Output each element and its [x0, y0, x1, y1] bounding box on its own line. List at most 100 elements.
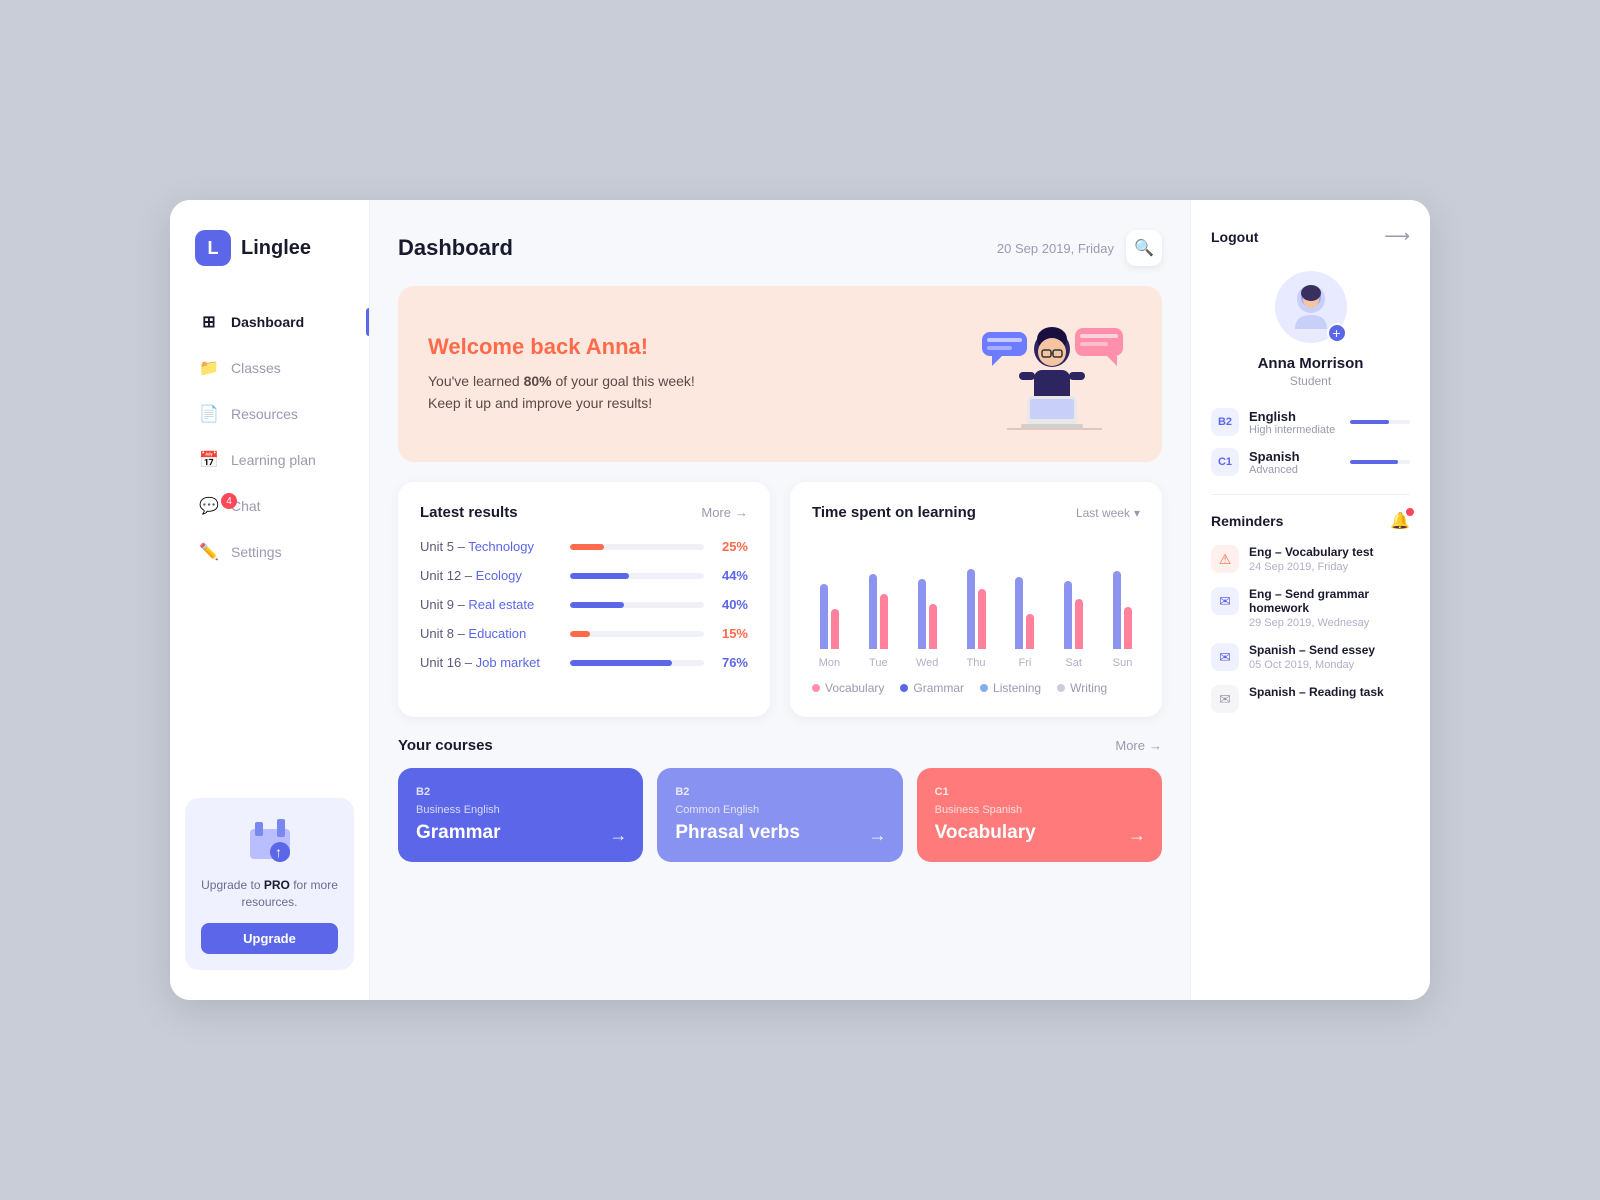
- legend-writing: Writing: [1057, 681, 1107, 695]
- course-card-grammar[interactable]: B2 Business English Grammar →: [398, 768, 643, 862]
- chart-title: Time spent on learning: [812, 504, 976, 521]
- sidebar-item-learning-plan[interactable]: 📅 Learning plan: [185, 439, 354, 481]
- course-card-phrasal[interactable]: B2 Common English Phrasal verbs →: [657, 768, 902, 862]
- result-row: Unit 5 – Technology 25%: [420, 539, 748, 554]
- language-section: B2 English High intermediate C1 Spanish …: [1211, 408, 1410, 476]
- week-selector[interactable]: Last week ▾: [1076, 506, 1140, 520]
- lang-item-spanish: C1 Spanish Advanced: [1211, 448, 1410, 476]
- chat-icon: 💬: [199, 496, 219, 516]
- chevron-down-icon: ▾: [1134, 506, 1140, 520]
- result-row: Unit 12 – Ecology 44%: [420, 568, 748, 583]
- main-content: Dashboard 20 Sep 2019, Friday 🔍 Welcome …: [370, 200, 1190, 1000]
- sidebar-item-settings[interactable]: ✏️ Settings: [185, 531, 354, 573]
- chart-card: Time spent on learning Last week ▾ Mon: [790, 482, 1162, 717]
- logo-icon: L: [195, 230, 231, 266]
- reminders-title: Reminders: [1211, 513, 1283, 529]
- header-date: 20 Sep 2019, Friday: [997, 241, 1114, 256]
- chart-col-tue: Tue: [861, 539, 896, 669]
- classes-icon: 📁: [199, 358, 219, 378]
- logout-label: Logout: [1211, 229, 1258, 245]
- sidebar-item-chat[interactable]: 💬 Chat 4: [185, 485, 354, 527]
- dashboard-icon: ⊞: [199, 312, 219, 332]
- legend-vocabulary: Vocabulary: [812, 681, 884, 695]
- courses-more[interactable]: More →: [1115, 738, 1162, 753]
- learning-plan-icon: 📅: [199, 450, 219, 470]
- reminders-header: Reminders 🔔: [1211, 511, 1410, 531]
- settings-icon: ✏️: [199, 542, 219, 562]
- arrow-right-icon: →: [1149, 738, 1162, 753]
- chart-col-thu: Thu: [959, 539, 994, 669]
- lang-item-english: B2 English High intermediate: [1211, 408, 1410, 436]
- sidebar-upgrade: ↑ Upgrade to PRO for more resources. Upg…: [185, 798, 354, 970]
- chart-col-sun: Sun: [1105, 539, 1140, 669]
- sidebar-nav: ⊞ Dashboard 📁 Classes 📄 Resources 📅 Lear…: [170, 301, 369, 778]
- welcome-text: Welcome back Anna! You've learned 80% of…: [428, 334, 695, 415]
- reminder-item-grammar: ✉ Eng – Send grammar homework 29 Sep 201…: [1211, 587, 1410, 629]
- svg-text:↑: ↑: [275, 844, 282, 860]
- profile-section: + Anna Morrison Student: [1211, 271, 1410, 388]
- reminder-mail2-icon: ✉: [1211, 643, 1239, 671]
- reminder-alert-icon: ⚠: [1211, 545, 1239, 573]
- sidebar-item-resources[interactable]: 📄 Resources: [185, 393, 354, 435]
- sidebar-item-label: Settings: [231, 544, 282, 560]
- bell-icon[interactable]: 🔔: [1390, 511, 1410, 531]
- logo-text: Linglee: [241, 237, 311, 260]
- chart-area: Mon Tue Wed: [812, 539, 1140, 669]
- welcome-banner: Welcome back Anna! You've learned 80% of…: [398, 286, 1162, 462]
- course-card-vocabulary[interactable]: C1 Business Spanish Vocabulary →: [917, 768, 1162, 862]
- header-right: 20 Sep 2019, Friday 🔍: [997, 230, 1162, 266]
- profile-role: Student: [1290, 374, 1331, 388]
- app-container: L Linglee ⊞ Dashboard 📁 Classes 📄 Resour…: [170, 200, 1430, 1000]
- courses-title: Your courses: [398, 737, 493, 754]
- search-button[interactable]: 🔍: [1126, 230, 1162, 266]
- arrow-icon: →: [869, 825, 887, 846]
- chart-card-header: Time spent on learning Last week ▾: [812, 504, 1140, 521]
- reminder-item-spanish: ✉ Spanish – Send essey 05 Oct 2019, Mond…: [1211, 643, 1410, 671]
- right-panel: Logout ⟶ + Anna Morrison Student: [1190, 200, 1430, 1000]
- results-card: Latest results More → Unit 5 – Technolog…: [398, 482, 770, 717]
- welcome-greeting: Welcome back Anna!: [428, 334, 695, 360]
- sidebar-logo: L Linglee: [170, 230, 369, 301]
- reminder-gray-icon: ✉: [1211, 685, 1239, 713]
- sidebar: L Linglee ⊞ Dashboard 📁 Classes 📄 Resour…: [170, 200, 370, 1000]
- logout-icon[interactable]: ⟶: [1384, 226, 1410, 247]
- arrow-icon: →: [1128, 825, 1146, 846]
- chart-col-sat: Sat: [1056, 539, 1091, 669]
- results-title: Latest results: [420, 504, 518, 521]
- sidebar-item-label: Learning plan: [231, 452, 316, 468]
- chart-col-fri: Fri: [1007, 539, 1042, 669]
- welcome-line2: Keep it up and improve your results!: [428, 392, 695, 414]
- upgrade-text: Upgrade to PRO for more resources.: [201, 877, 338, 911]
- upgrade-button[interactable]: Upgrade: [201, 923, 338, 954]
- legend-listening: Listening: [980, 681, 1041, 695]
- profile-name: Anna Morrison: [1258, 355, 1364, 372]
- results-more[interactable]: More →: [701, 505, 748, 520]
- search-icon: 🔍: [1134, 238, 1154, 258]
- arrow-right-icon: →: [735, 505, 748, 520]
- chart-col-mon: Mon: [812, 539, 847, 669]
- courses-header: Your courses More →: [398, 737, 1162, 754]
- welcome-illustration: [972, 314, 1132, 434]
- sidebar-item-label: Resources: [231, 406, 298, 422]
- courses-row: B2 Business English Grammar → B2 Common …: [398, 768, 1162, 862]
- cards-row: Latest results More → Unit 5 – Technolog…: [398, 482, 1162, 717]
- result-row: Unit 9 – Real estate 40%: [420, 597, 748, 612]
- avatar-wrap: +: [1275, 271, 1347, 343]
- chat-badge: 4: [221, 493, 237, 509]
- sidebar-item-classes[interactable]: 📁 Classes: [185, 347, 354, 389]
- avatar-plus-button[interactable]: +: [1327, 323, 1347, 343]
- sidebar-item-label: Classes: [231, 360, 281, 376]
- logout-row: Logout ⟶: [1211, 226, 1410, 247]
- reminder-item-vocab: ⚠ Eng – Vocabulary test 24 Sep 2019, Fri…: [1211, 545, 1410, 573]
- bell-badge: [1406, 508, 1414, 516]
- sidebar-item-dashboard[interactable]: ⊞ Dashboard: [185, 301, 354, 343]
- results-list: Unit 5 – Technology 25% Unit 12 – Ecolog…: [420, 539, 748, 670]
- sidebar-item-label: Dashboard: [231, 314, 304, 330]
- page-title: Dashboard: [398, 235, 513, 261]
- result-row: Unit 16 – Job market 76%: [420, 655, 748, 670]
- legend-grammar: Grammar: [900, 681, 964, 695]
- main-header: Dashboard 20 Sep 2019, Friday 🔍: [398, 230, 1162, 266]
- upgrade-illustration: ↑: [240, 814, 300, 869]
- resources-icon: 📄: [199, 404, 219, 424]
- chart-col-wed: Wed: [910, 539, 945, 669]
